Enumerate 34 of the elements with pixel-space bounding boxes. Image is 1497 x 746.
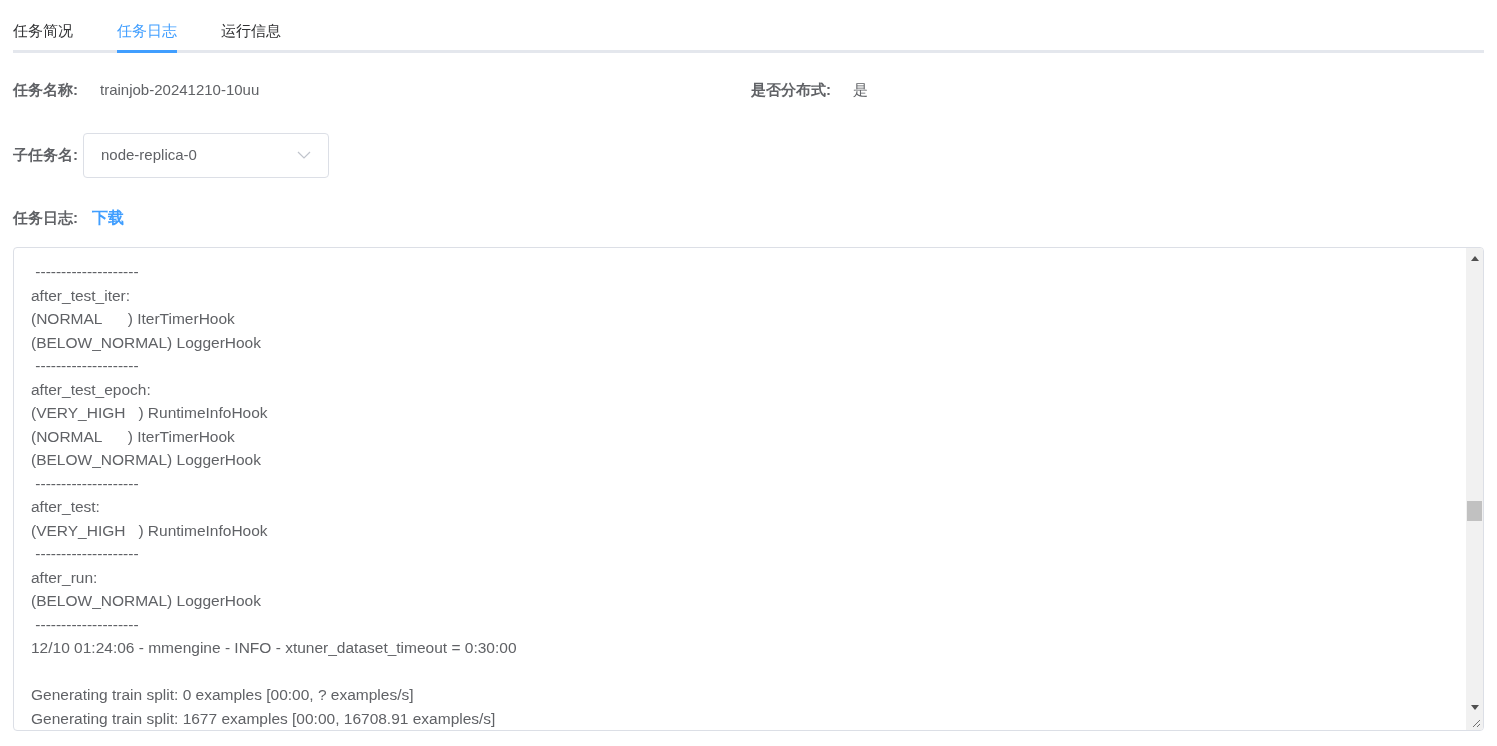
log-line: -------------------- — [34, 357, 139, 374]
scrollbar-thumb[interactable] — [1467, 501, 1482, 521]
log-line: after_test_epoch: — [31, 380, 151, 398]
log-line: (VERY_HIGH ) RuntimeInfoHook — [31, 521, 268, 539]
down-arrow-icon — [1470, 705, 1479, 710]
up-arrow-icon — [1470, 256, 1479, 261]
log-line: (BELOW_NORMAL) LoggerHook — [31, 592, 261, 609]
field-value: trainjob-20241210-10uu — [100, 79, 260, 100]
field-value: 是 — [853, 79, 868, 100]
log-line: Generating train split: 1677 examples [00:00, 16708.91 examples/s] — [31, 709, 496, 727]
log-line: Generating train split: 0 examples [00:00, ? examples/s] — [31, 686, 414, 703]
tab[interactable]: 运行信息 — [221, 13, 281, 53]
log-line: after_test: — [31, 498, 100, 515]
log-line: (VERY_HIGH ) RuntimeInfoHook — [31, 404, 268, 421]
log-textarea[interactable] — [13, 247, 1484, 731]
log-line: after_test_iter: — [31, 286, 131, 304]
log-line: (BELOW_NORMAL) LoggerHook — [31, 451, 261, 468]
subtask-select[interactable]: node-replica-0 — [83, 132, 329, 178]
log-line: -------------------- — [34, 545, 139, 562]
log-line: 12/10 01:24:06 - mmengine - INFO - xtuner_dataset_timeout = 0:30:00 — [31, 639, 517, 656]
field-label: 任务日志: — [13, 207, 78, 228]
log-line: -------------------- — [34, 263, 139, 280]
chevron-down-icon — [297, 151, 311, 159]
field-label: 子任务名: — [13, 144, 78, 165]
tab[interactable]: 任务简况 — [13, 13, 73, 53]
log-line: (NORMAL ) IterTimerHook — [31, 310, 235, 327]
field-label: 任务名称: — [13, 79, 78, 100]
log-line: -------------------- — [34, 615, 139, 633]
scrollbar[interactable] — [1466, 248, 1483, 730]
log-line: after_run: — [31, 568, 98, 586]
log-line: (BELOW_NORMAL) LoggerHook — [31, 333, 261, 351]
log-line: -------------------- — [34, 474, 139, 492]
field-label: 是否分布式: — [751, 79, 831, 100]
log-line: (NORMAL ) IterTimerHook — [31, 427, 235, 445]
